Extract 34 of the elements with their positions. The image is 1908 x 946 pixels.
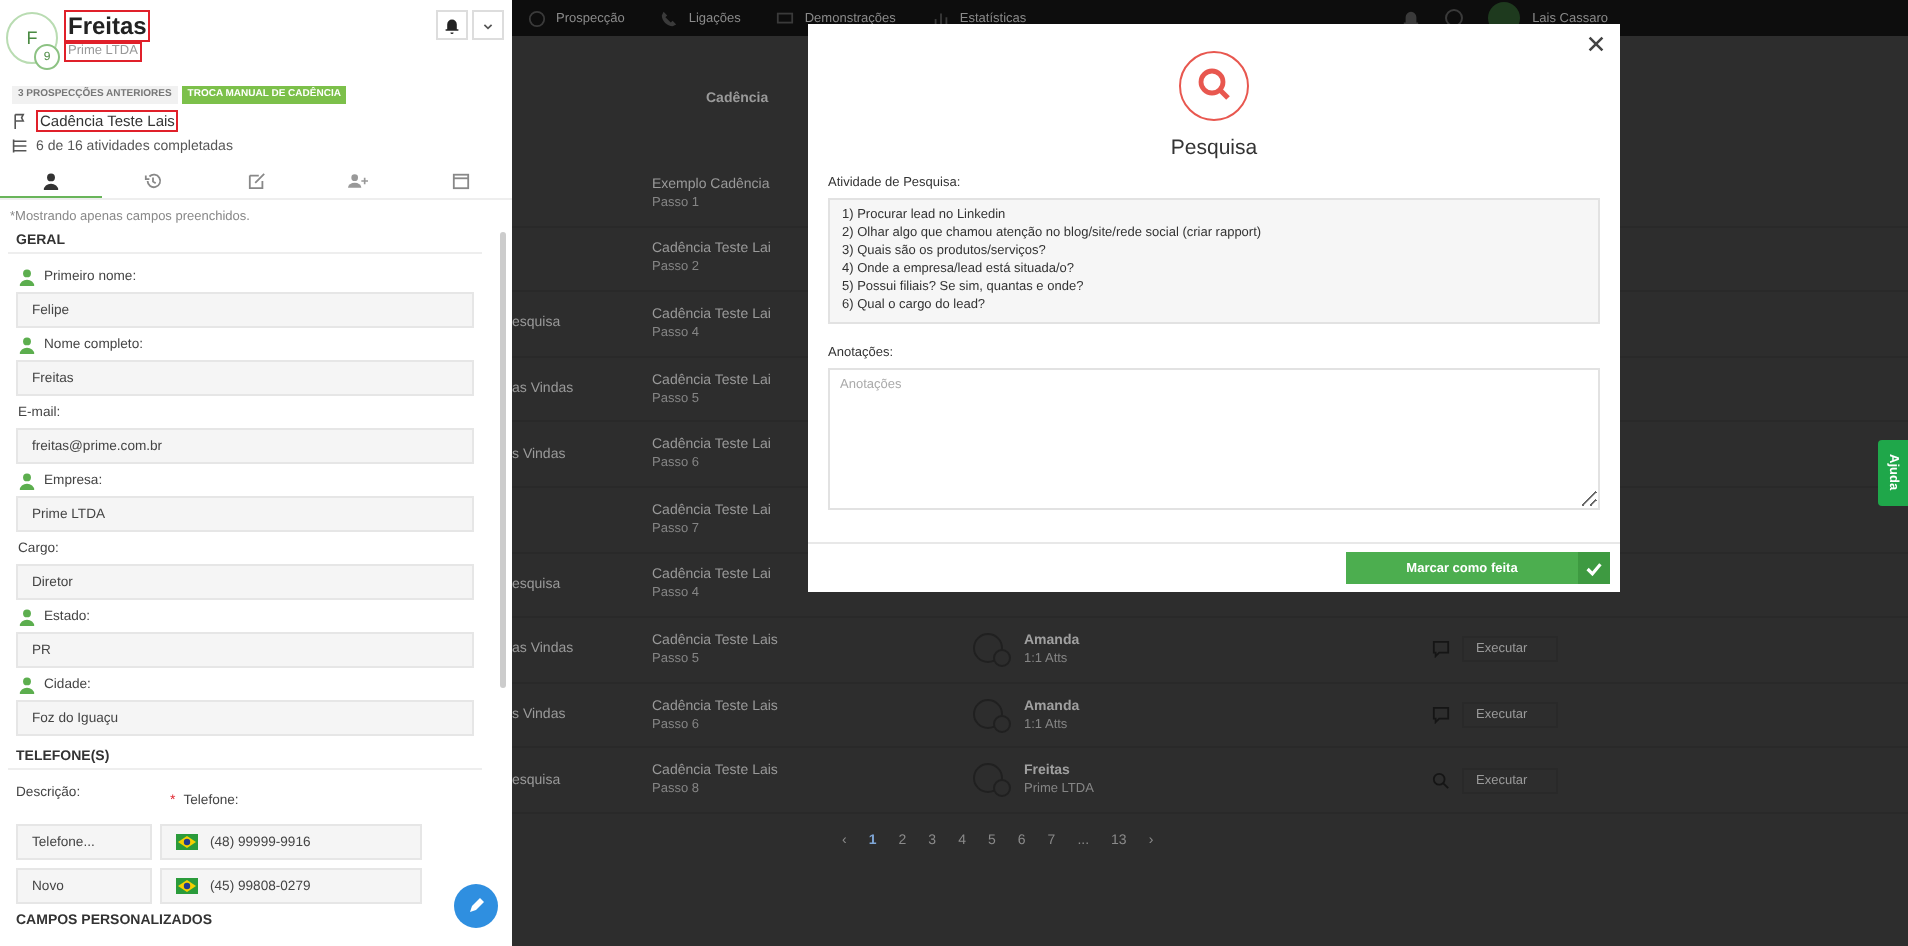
flag-icon: [176, 834, 198, 850]
person-icon: [18, 268, 36, 286]
list-icon: [12, 138, 28, 154]
check-icon: [1586, 561, 1602, 575]
chat-icon: [1432, 706, 1450, 725]
person-icon: [42, 171, 61, 189]
person-icon: [18, 336, 36, 354]
history-icon: [144, 171, 163, 189]
chat-icon: [1432, 640, 1450, 659]
flag-icon: [12, 112, 28, 130]
nav-icon: [528, 9, 546, 27]
nav-icon: [776, 9, 795, 27]
person-icon: [18, 608, 36, 626]
edit-icon: [247, 171, 265, 189]
calendar-icon: [451, 171, 470, 189]
pencil-icon: [466, 896, 486, 916]
bell-icon: [444, 17, 460, 33]
nav-icon: [660, 9, 679, 27]
person-icon: [18, 472, 36, 490]
person-icon: [18, 676, 36, 694]
bell-button[interactable]: [436, 10, 468, 40]
nav-icon: [931, 9, 950, 27]
close-icon: [1588, 36, 1604, 52]
flag-icon: [176, 878, 198, 894]
add-person-icon: [348, 171, 369, 189]
lead-name: Freitas: [64, 10, 151, 42]
caret-icon: [482, 19, 494, 31]
search-icon: [1178, 50, 1250, 122]
close-button[interactable]: [1584, 32, 1608, 56]
search-icon: [1432, 771, 1450, 790]
bell-icon[interactable]: [1402, 9, 1421, 27]
modal-title: Pesquisa: [1170, 136, 1258, 160]
edit-button[interactable]: [454, 884, 498, 928]
scrollbar-thumb[interactable]: [500, 232, 506, 688]
